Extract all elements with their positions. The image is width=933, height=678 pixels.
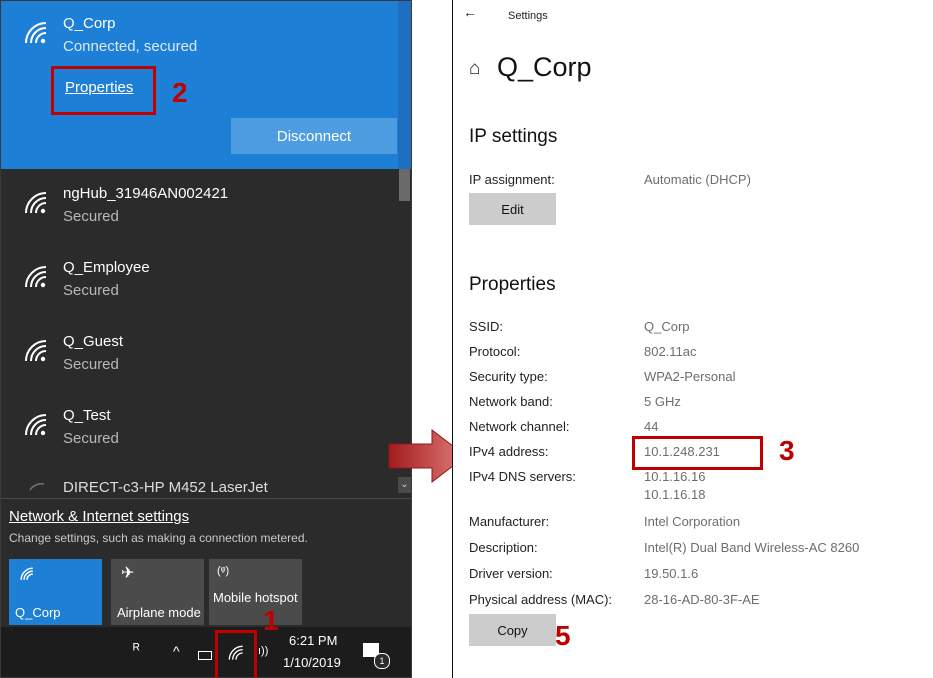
- prop-value: WPA2-Personal: [644, 369, 736, 384]
- network-status: Secured: [63, 282, 119, 299]
- prop-value: Intel Corporation: [644, 514, 741, 529]
- edit-button[interactable]: Edit: [469, 193, 556, 225]
- prop-label: Manufacturer:: [469, 514, 550, 529]
- people-icon[interactable]: ᴿ: [133, 641, 140, 658]
- prop-value: Q_Corp: [644, 319, 690, 334]
- prop-value: 10.1.16.16: [644, 469, 706, 484]
- tile-mobile-hotspot[interactable]: (ᵠ) Mobile hotspot: [209, 559, 302, 625]
- annotation-box-ipv4: [632, 436, 763, 470]
- network-item[interactable]: ngHub_31946AN002421 Secured: [1, 171, 398, 245]
- ip-assignment-label: IP assignment:: [469, 172, 555, 187]
- scrollbar-thumb[interactable]: [399, 169, 410, 201]
- prop-label: Description:: [469, 540, 538, 555]
- battery-icon[interactable]: [198, 651, 212, 660]
- annotation-number-5: 5: [555, 620, 571, 651]
- prop-label: SSID:: [469, 319, 503, 334]
- prop-label: Network band:: [469, 394, 553, 409]
- network-item[interactable]: Q_Guest Secured: [1, 319, 398, 393]
- wifi-icon: [20, 567, 33, 580]
- prop-value: Intel(R) Dual Band Wireless-AC 8260: [644, 540, 860, 555]
- prop-value: 802.11ac: [644, 344, 697, 359]
- settings-window: ← Settings ⌂ Q_Corp IP settings IP assig…: [452, 0, 933, 678]
- wifi-icon: [25, 266, 47, 288]
- prop-label: IPv4 DNS servers:: [469, 469, 576, 484]
- annotation-number-3: 3: [779, 435, 795, 466]
- chevron-up-icon[interactable]: ^: [173, 643, 180, 659]
- network-name: DIRECT-c3-HP M452 LaserJet: [63, 479, 268, 496]
- settings-description: Change settings, such as making a connec…: [9, 531, 308, 545]
- back-arrow-icon[interactable]: ←: [463, 4, 477, 20]
- notification-badge: 1: [374, 653, 390, 669]
- network-name: ngHub_31946AN002421: [63, 185, 229, 202]
- tile-airplane-mode[interactable]: ✈ Airplane mode: [111, 559, 204, 625]
- network-status: Secured: [63, 208, 119, 225]
- prop-label: Driver version:: [469, 566, 553, 581]
- prop-value-secondary: 10.1.16.18: [644, 487, 706, 502]
- prop-label: Security type:: [469, 369, 548, 384]
- annotation-box-wifi-tray: [215, 630, 257, 678]
- prop-label: Protocol:: [469, 344, 521, 359]
- prop-value: 5 GHz: [644, 394, 681, 409]
- prop-value: 19.50.1.6: [644, 566, 699, 581]
- clock-date[interactable]: 1/10/2019: [283, 655, 341, 670]
- wifi-icon: [25, 22, 47, 44]
- home-icon[interactable]: ⌂: [469, 58, 480, 80]
- prop-value: 44: [644, 419, 659, 434]
- clock-time[interactable]: 6:21 PM: [289, 633, 337, 648]
- network-status: Connected, secured: [63, 38, 198, 55]
- prop-label: Physical address (MAC):: [469, 592, 613, 607]
- tile-label: Q_Corp: [15, 605, 61, 620]
- window-title: Settings: [508, 10, 548, 22]
- ip-settings-heading: IP settings: [469, 126, 558, 147]
- tile-label: Airplane mode: [117, 605, 201, 620]
- tile-label: Mobile hotspot: [213, 590, 298, 605]
- network-item[interactable]: Q_Test Secured: [1, 393, 398, 467]
- tile-wifi[interactable]: Q_Corp: [9, 559, 102, 625]
- network-internet-settings-link[interactable]: Network & Internet settings: [9, 508, 189, 525]
- properties-heading: Properties: [469, 274, 556, 295]
- annotation-box-properties: [51, 66, 156, 115]
- wifi-icon: [25, 192, 47, 214]
- network-item[interactable]: DIRECT-c3-HP M452 LaserJet: [1, 467, 398, 497]
- volume-icon[interactable]: ı)): [258, 645, 268, 657]
- network-name: Q_Employee: [63, 259, 150, 276]
- page-title: Q_Corp: [497, 52, 592, 82]
- copy-button[interactable]: Copy: [469, 614, 556, 646]
- network-item[interactable]: Q_Employee Secured: [1, 245, 398, 319]
- annotation-number-1: 1: [263, 605, 279, 636]
- network-status: Secured: [63, 430, 119, 447]
- prop-label: IPv4 address:: [469, 444, 549, 459]
- airplane-icon: ✈: [121, 565, 135, 582]
- prop-value: 28-16-AD-80-3F-AE: [644, 592, 760, 607]
- wifi-icon: [29, 483, 45, 491]
- wifi-icon: [25, 414, 47, 436]
- network-name: Q_Corp: [63, 15, 116, 32]
- annotation-number-2: 2: [172, 77, 188, 108]
- network-name: Q_Guest: [63, 333, 124, 350]
- disconnect-button[interactable]: Disconnect: [231, 118, 397, 154]
- hotspot-icon: (ᵠ): [217, 565, 230, 577]
- network-status: Secured: [63, 356, 119, 373]
- ip-assignment-value: Automatic (DHCP): [644, 172, 751, 187]
- wifi-icon: [25, 340, 47, 362]
- prop-label: Network channel:: [469, 419, 570, 434]
- network-name: Q_Test: [63, 407, 111, 424]
- taskbar: ᴿ ^ ı)) 6:21 PM 1/10/2019 1: [1, 627, 411, 677]
- divider: [1, 498, 411, 499]
